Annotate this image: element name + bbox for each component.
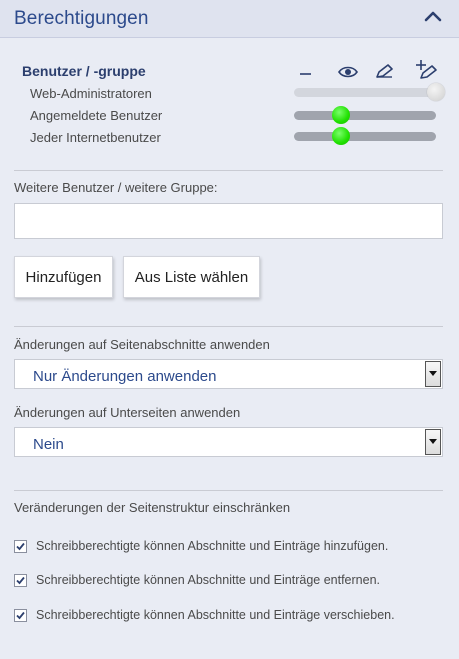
panel-header: Berechtigungen xyxy=(0,0,459,38)
slider-knob-logged-in-users[interactable] xyxy=(332,106,350,124)
additional-users-input[interactable] xyxy=(14,203,443,239)
slider-knob-internet-users[interactable] xyxy=(332,127,350,145)
permission-slider-internet-users[interactable] xyxy=(294,132,436,141)
row-label-logged-in-users: Angemeldete Benutzer xyxy=(30,108,163,123)
chevron-up-icon[interactable] xyxy=(420,6,446,28)
checkbox-add[interactable] xyxy=(14,540,27,553)
choose-from-list-button[interactable]: Aus Liste wählen xyxy=(123,256,260,298)
checkbox-move[interactable] xyxy=(14,609,27,622)
checkbox-label-add: Schreibberechtigte können Abschnitte und… xyxy=(36,539,389,553)
apply-subpages-label: Änderungen auf Unterseiten anwenden xyxy=(14,405,241,420)
row-label-web-admins: Web-Administratoren xyxy=(30,86,152,101)
permission-slider-logged-in-users[interactable] xyxy=(294,111,436,120)
panel-title: Berechtigungen xyxy=(14,8,149,29)
pencil-icon xyxy=(373,62,395,80)
permission-slider-web-admins[interactable] xyxy=(294,88,436,97)
apply-sections-label: Änderungen auf Seitenabschnitte anwenden xyxy=(14,337,270,352)
add-edit-icon xyxy=(415,59,437,79)
checkbox-remove[interactable] xyxy=(14,574,27,587)
apply-sections-value: Nur Änderungen anwenden xyxy=(33,368,217,385)
dropdown-arrow-icon[interactable] xyxy=(425,429,441,455)
apply-subpages-value: Nein xyxy=(33,436,64,453)
apply-sections-select[interactable]: Nur Änderungen anwenden xyxy=(14,359,443,389)
slider-knob-web-admins[interactable] xyxy=(427,83,445,101)
checkbox-label-move: Schreibberechtigte können Abschnitte und… xyxy=(36,608,395,622)
divider xyxy=(14,326,443,327)
eye-icon xyxy=(337,63,359,81)
additional-users-label: Weitere Benutzer / weitere Gruppe: xyxy=(14,180,218,195)
add-button[interactable]: Hinzufügen xyxy=(14,256,113,298)
divider xyxy=(14,170,443,171)
divider xyxy=(14,490,443,491)
restrict-structure-label: Veränderungen der Seitenstruktur einschr… xyxy=(14,500,291,515)
users-column-heading: Benutzer / -gruppe xyxy=(22,63,146,79)
row-label-internet-users: Jeder Internetbenutzer xyxy=(30,130,161,145)
minus-icon xyxy=(295,63,317,81)
dropdown-arrow-icon[interactable] xyxy=(425,361,441,387)
checkbox-label-remove: Schreibberechtigte können Abschnitte und… xyxy=(36,573,380,587)
apply-subpages-select[interactable]: Nein xyxy=(14,427,443,457)
